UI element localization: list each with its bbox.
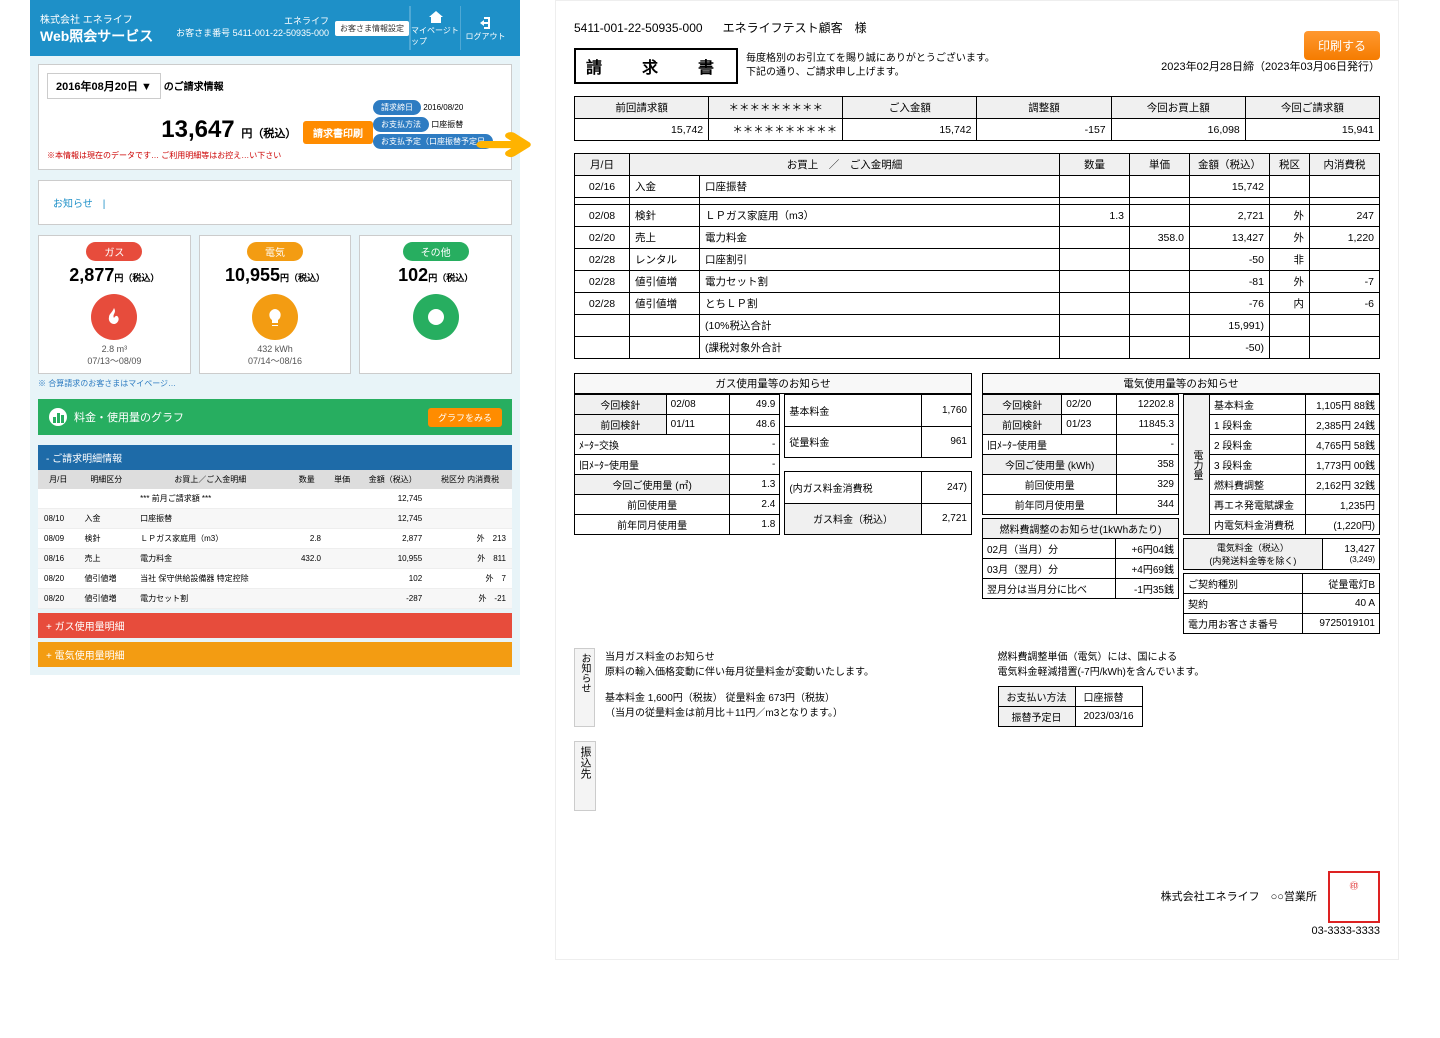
service-title: Web照会サービス xyxy=(40,26,153,46)
info-vlabel: お知らせ xyxy=(574,648,595,727)
gas-card[interactable]: ガス 2,877円（税込） 2.8 m³ 07/13～08/09 xyxy=(38,235,191,374)
home-icon xyxy=(428,9,444,25)
print-invoice-button[interactable]: 請求書印刷 xyxy=(303,121,373,144)
other-label: その他 xyxy=(403,242,469,261)
bill-unit: 円（税込） xyxy=(241,128,296,140)
detail-table: 月/日明細区分お買上／ご入金明細数量単価金額（税込）税区分 内消費税 *** 前… xyxy=(38,470,512,609)
electric-card[interactable]: 電気 10,955円（税込） 432 kWh 07/14～08/16 xyxy=(199,235,352,374)
bill-note: ※本情報は現在のデータです… ご利用明細等はお控え…い下さい xyxy=(47,150,503,161)
logout-icon xyxy=(478,15,494,31)
bill-amount: 13,647 xyxy=(161,116,234,143)
account-number: 5411-001-22-50935-000 xyxy=(574,21,703,35)
cat-note: ※ 合算請求のお客さまはマイページ… xyxy=(38,378,512,389)
logout-button[interactable]: ログアウト xyxy=(460,6,510,50)
gas-info-title: 当月ガス料金のお知らせ xyxy=(605,648,988,663)
mypage-button[interactable]: マイページトップ xyxy=(410,6,460,50)
web-portal-panel: 株式会社 エネライフ Web照会サービス エネライフ お客さま番号 5411-0… xyxy=(30,0,520,675)
gas-info-body2: 基本料金 1,600円（税抜） 従量料金 673円（税抜） xyxy=(605,689,988,704)
gas-detail-accordion[interactable]: + ガス使用量明細 xyxy=(38,613,512,638)
customer-label: エネライフ xyxy=(176,16,329,28)
gas-label: ガス xyxy=(86,242,142,261)
company-seal: ㊞ xyxy=(1328,871,1380,923)
wallet-icon xyxy=(413,294,459,340)
bill-date-selector[interactable]: 2016年08月20日 ▼ xyxy=(47,73,161,99)
arrow-indicator: ➜ xyxy=(473,116,535,170)
chart-icon xyxy=(48,407,68,427)
other-card[interactable]: その他 102円（税込） xyxy=(359,235,512,374)
electric-label: 電気 xyxy=(247,242,303,261)
view-graph-button[interactable]: グラフをみる xyxy=(428,408,502,427)
bill-summary-box: 2016年08月20日 ▼ のご請求情報 13,647 円（税込） 請求書印刷 … xyxy=(38,64,512,170)
due-date-tag: 請求締日 xyxy=(373,100,421,115)
notice-box: お知らせ | xyxy=(38,180,512,225)
print-button[interactable]: 印刷する xyxy=(1304,31,1380,60)
company-name: 株式会社 エネライフ xyxy=(40,11,153,26)
bill-date-suffix: のご請求情報 xyxy=(164,82,224,93)
flame-icon xyxy=(91,294,137,340)
bulb-icon xyxy=(252,294,298,340)
elec-notice-block: 電気使用量等のお知らせ 今回検針02/2012202.8 前回検針01/2311… xyxy=(982,373,1380,634)
gas-notice-block: ガス使用量等のお知らせ 今回検針02/0849.9 前回検針01/1148.6 … xyxy=(574,373,972,634)
pay-method-tag: お支払方法 xyxy=(373,117,429,132)
detail-section-header: - ご請求明細情報 xyxy=(38,445,512,470)
gas-info-body3: （当月の従量料金は前月比＋11円／m3となります。） xyxy=(605,704,988,719)
invoice-title: 請 求 書 xyxy=(574,48,738,84)
transfer-vlabel: 振込先 xyxy=(574,741,596,811)
elec-detail-accordion[interactable]: + 電気使用量明細 xyxy=(38,642,512,667)
portal-header: 株式会社 エネライフ Web照会サービス エネライフ お客さま番号 5411-0… xyxy=(30,0,520,56)
summary-table: 前回請求額＊＊＊＊＊＊＊＊＊ご入金額調整額今回お買上額今回ご請求額 15,742… xyxy=(574,96,1380,141)
line-items-table: 月/日お買上 ／ ご入金明細数量単価金額（税込）税区内消費税 02/16入金口座… xyxy=(574,153,1380,359)
graph-title: 料金・使用量のグラフ xyxy=(74,409,184,425)
customer-number: お客さま番号 5411-001-22-50935-000 xyxy=(176,28,329,40)
settings-button[interactable]: お客さま情報設定 xyxy=(335,21,409,36)
issue-date: 2023年02月28日締（2023年03月06日発行） xyxy=(1161,58,1380,74)
greeting: 毎度格別のお引立てを賜り誠にありがとうございます。下記の通り、ご請求申し上げます… xyxy=(746,52,995,80)
graph-section: 料金・使用量のグラフ グラフをみる xyxy=(38,399,512,435)
elec-info-body: 燃料費調整単価（電気）には、国による 電気料金軽減措置(-7円/kWh)を含んで… xyxy=(998,648,1381,678)
invoice-footer: 株式会社エネライフ ○○営業所 ㊞ 03-3333-3333 xyxy=(574,871,1380,941)
payment-table: お支払い方法口座振替 振替予定日2023/03/16 xyxy=(998,686,1143,727)
invoice-document: 5411-001-22-50935-000 エネライフテスト顧客 様 印刷する … xyxy=(555,0,1399,960)
customer-name: エネライフテスト顧客 様 xyxy=(723,19,867,36)
gas-info-body: 原料の輸入価格変動に伴い毎月従量料金が変動いたします。 xyxy=(605,663,988,678)
